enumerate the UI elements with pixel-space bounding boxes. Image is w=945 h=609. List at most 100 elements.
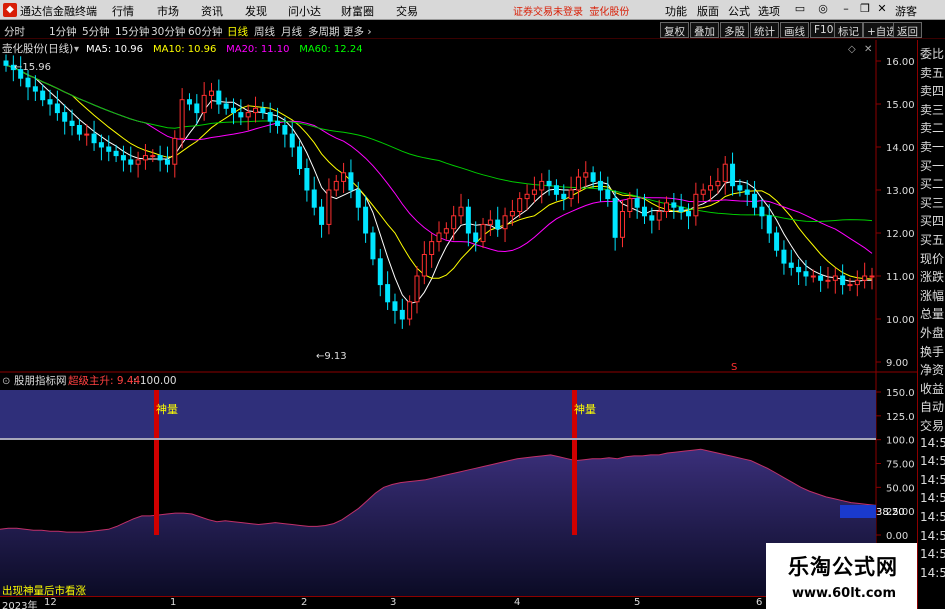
candle-body [678,206,684,212]
candle-body [106,146,112,152]
candle-body [708,185,714,191]
stats-button[interactable]: 统计 [750,22,779,38]
formula-button[interactable]: 公式 [728,3,750,19]
quote-label: 买二 [920,177,945,192]
candle-body [627,198,633,213]
close-icon[interactable]: ✕ [875,2,889,15]
candle-body [803,271,809,277]
candle-body [722,163,728,182]
quote-label: 买五 [920,233,945,247]
price-tick-label: 12.00 [886,229,915,240]
menu-quotes[interactable]: 行情 [112,3,134,19]
volume-spike-label: 神量 [574,402,596,416]
menu-market[interactable]: 市场 [157,3,179,19]
multi-stock-button[interactable]: 多股 [720,22,749,38]
chevron-down-icon[interactable]: ▾ [74,44,79,55]
candle-body [869,275,875,278]
quote-label: 现价 [920,251,945,266]
candle-body [208,90,214,96]
skin-icon[interactable]: ◎ [816,2,830,15]
x-label-apr: 4 [514,597,521,608]
close-icon[interactable]: ✕ [864,44,872,55]
guest-label[interactable]: 游客 [895,3,917,19]
menu-discover[interactable]: 发现 [245,3,267,19]
quote-label: 涨跌 [920,270,945,285]
menu-ask[interactable]: 问小达 [288,3,321,19]
candle-body [135,159,141,165]
price-tick-label: 16.00 [886,57,915,68]
period-multi[interactable]: 多周期 [308,24,340,39]
candle-body [319,206,325,225]
menu-trade[interactable]: 交易 [396,3,418,19]
candle-body [377,258,383,286]
candle-body [267,112,273,122]
quote-label: 换手 [920,344,945,359]
draw-button[interactable]: 画线 [780,22,809,38]
candle-body [385,284,391,303]
period-1min[interactable]: 1分钟 [49,24,77,39]
menu-wealth[interactable]: 财富圈 [341,3,374,19]
period-monthly[interactable]: 月线 [281,24,302,39]
layout-button[interactable]: 版面 [697,3,719,19]
candle-body [25,77,31,88]
candle-body [231,107,237,114]
quote-label: 净资 [920,363,945,378]
pin-icon[interactable]: ▭ [793,2,807,15]
current-value-label: 38.20 [876,507,905,518]
candle-body [671,202,677,208]
menu-bar: ◆ 通达信金融终端 行情 市场 资讯 发现 问小达 财富圈 交易 证券交易未登录… [0,0,945,20]
x-label-jan: 1 [170,597,177,608]
candle-body [561,193,567,200]
back-button[interactable]: 返回 [893,22,922,38]
candle-body [436,232,442,243]
ma-label: MA20: 11.10 [226,44,289,55]
candle-body [333,180,339,191]
indicator-value: : 100.00 [133,375,177,387]
candle-body [832,275,838,281]
restore-icon[interactable]: ❐ [858,2,872,15]
candle-body [649,215,655,221]
function-button[interactable]: 功能 [665,3,687,19]
candle-body [399,309,405,320]
low-price-marker: ←9.13 [316,351,347,362]
minimize-icon[interactable]: – [839,2,853,15]
candle-body [69,120,75,126]
quote-label: 14:56 [920,435,945,450]
candle-body [458,206,464,217]
options-button[interactable]: 选项 [758,3,780,19]
price-tick-label: 15.00 [886,100,915,111]
period-5min[interactable]: 5分钟 [82,24,110,39]
period-daily[interactable]: 日线 [227,24,248,39]
quote-label: 14:56 [920,565,945,580]
candle-body [495,219,501,230]
candle-body [40,90,46,101]
quote-label: 买一 [920,158,945,173]
period-intraday[interactable]: 分时 [4,24,25,39]
login-status[interactable]: 证券交易未登录 壶化股份 [513,3,629,18]
candle-body [590,172,596,182]
candle-body [421,254,427,277]
adjust-button[interactable]: 复权 [660,22,689,38]
chart-area[interactable]: 壶化股份(日线) ▾ MA5: 10.96 MA10: 10.96 MA20: 11… [0,40,917,596]
period-60min[interactable]: 60分钟 [188,24,222,39]
volume-spike-bar [154,440,159,535]
candle-body [473,232,479,243]
x-label-dec: 12 [44,597,57,608]
settings-diamond-icon[interactable]: ◇ [848,44,856,55]
candle-body [796,266,802,273]
current-value-box [840,505,876,518]
period-more[interactable]: 更多 › [343,24,372,39]
candle-body [854,279,860,286]
candle-body [47,99,53,105]
quote-label: 14:56 [920,491,945,506]
indicator-menu-icon[interactable]: ⊙ [2,376,10,387]
indicator-tick-label: 100.0 [886,436,915,447]
overlay-button[interactable]: 叠加 [690,22,719,38]
candle-body [392,301,398,311]
period-15min[interactable]: 15分钟 [115,24,149,39]
mark-button[interactable]: 标记 [834,22,863,38]
menu-news[interactable]: 资讯 [201,3,223,19]
period-weekly[interactable]: 周线 [254,24,275,39]
period-30min[interactable]: 30分钟 [151,24,185,39]
ma-label: MA60: 12.24 [299,44,362,55]
